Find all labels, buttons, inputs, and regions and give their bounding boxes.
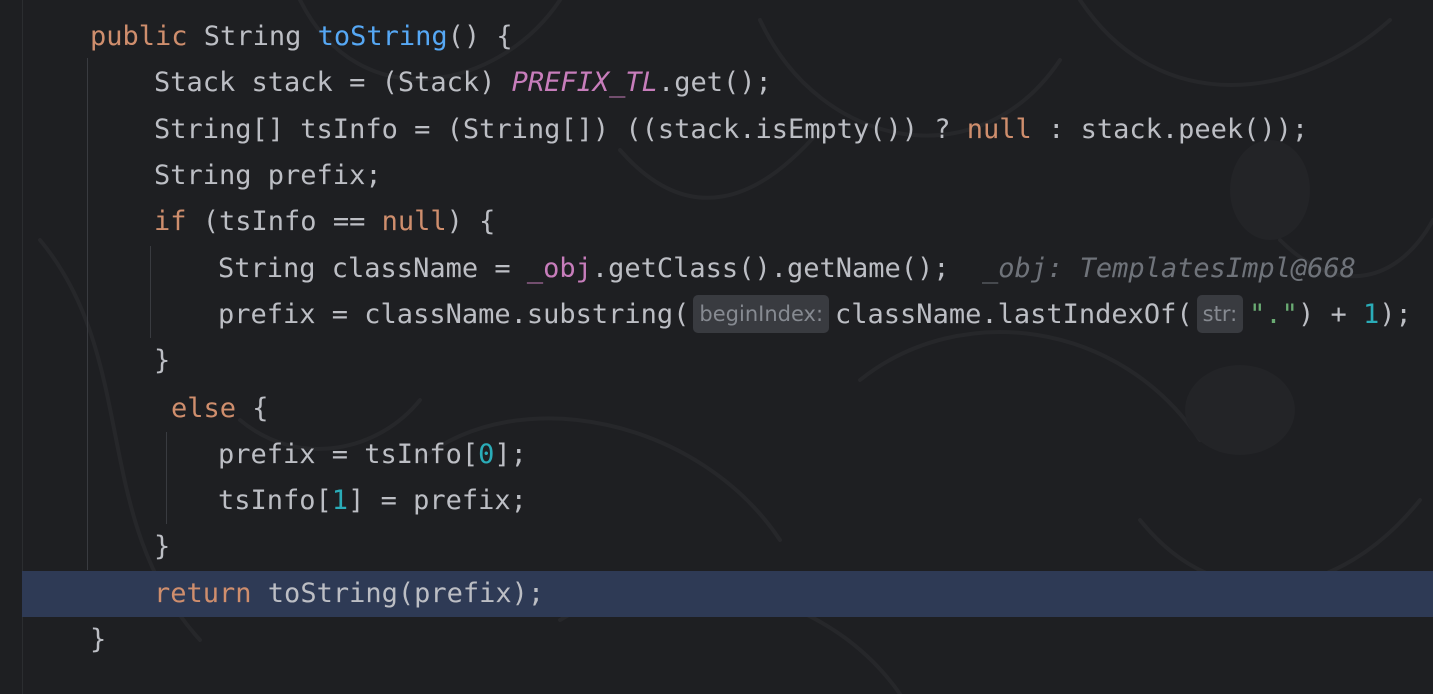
code-text: toString(prefix);	[251, 578, 545, 609]
code-text: tsInfo[	[218, 485, 332, 516]
code-line-13[interactable]: return toString(prefix);	[154, 571, 544, 617]
debugger-value-hint: _obj: TemplatesImpl@668	[982, 253, 1356, 284]
number-literal: 1	[1362, 299, 1380, 330]
code-line-3[interactable]: String[] tsInfo = (String[]) ((stack.isE…	[154, 107, 1308, 153]
code-text: }	[90, 624, 107, 655]
code-text: );	[1379, 299, 1412, 330]
indent-guide	[150, 246, 151, 338]
code-text: String[] tsInfo = (String[]) ((stack.isE…	[154, 114, 967, 145]
parameter-hint-str: str:	[1196, 294, 1244, 333]
code-text: () {	[447, 21, 513, 52]
code-editor[interactable]: public String toString() { Stack stack =…	[0, 0, 1433, 694]
code-text: String prefix;	[154, 160, 382, 191]
number-literal: 1	[331, 485, 349, 516]
code-text: .get();	[657, 67, 772, 98]
variable-obj: _obj	[526, 253, 592, 284]
keyword-null: null	[381, 206, 447, 237]
code-text: .getClass().getName();	[591, 253, 950, 284]
keyword-if: if	[154, 206, 187, 237]
indent-guide	[87, 58, 88, 570]
code-line-12[interactable]: }	[154, 524, 170, 570]
code-line-9[interactable]: else {	[171, 386, 269, 432]
code-text: String	[187, 21, 318, 52]
number-literal: 0	[478, 439, 495, 470]
code-line-5[interactable]: if (tsInfo == null) {	[154, 199, 495, 245]
code-line-2[interactable]: Stack stack = (Stack) PREFIX_TL.get();	[154, 60, 772, 106]
string-literal: "."	[1249, 299, 1298, 330]
indent-guide	[166, 432, 167, 524]
gutter	[0, 0, 23, 694]
keyword-public: public	[90, 21, 188, 52]
code-line-7[interactable]: prefix = className.substring(beginIndex:…	[218, 292, 1412, 338]
code-line-1[interactable]: public String toString() {	[90, 14, 513, 60]
code-line-11[interactable]: tsInfo[1] = prefix;	[218, 478, 527, 524]
parameter-hint-beginindex: beginIndex:	[693, 294, 830, 333]
static-field-prefix-tl: PREFIX_TL	[511, 67, 658, 98]
code-line-6[interactable]: String className = _obj.getClass().getNa…	[218, 246, 1356, 292]
code-text: Stack stack = (Stack)	[154, 67, 512, 98]
code-text: prefix = tsInfo[	[218, 439, 479, 470]
keyword-null: null	[966, 114, 1032, 145]
code-line-4[interactable]: String prefix;	[154, 153, 382, 199]
keyword-return: return	[154, 578, 252, 609]
method-name-tostring: toString	[317, 21, 448, 52]
code-text: ];	[494, 439, 527, 470]
code-text: ) {	[446, 206, 496, 237]
code-text: ) +	[1297, 299, 1363, 330]
code-text: : stack.peek());	[1031, 114, 1309, 145]
code-text: prefix = className.substring(	[218, 299, 690, 330]
code-text: String className =	[218, 253, 527, 284]
code-text: (tsInfo ==	[186, 206, 382, 237]
code-text: }	[154, 531, 171, 562]
code-line-10[interactable]: prefix = tsInfo[0];	[218, 432, 527, 478]
code-text: ] = prefix;	[348, 485, 527, 516]
code-line-14[interactable]: }	[90, 617, 106, 663]
code-text: {	[236, 393, 269, 424]
keyword-else: else	[171, 393, 237, 424]
code-line-8[interactable]: }	[154, 338, 170, 384]
code-text: }	[154, 345, 171, 376]
code-text: className.lastIndexOf(	[835, 299, 1193, 330]
